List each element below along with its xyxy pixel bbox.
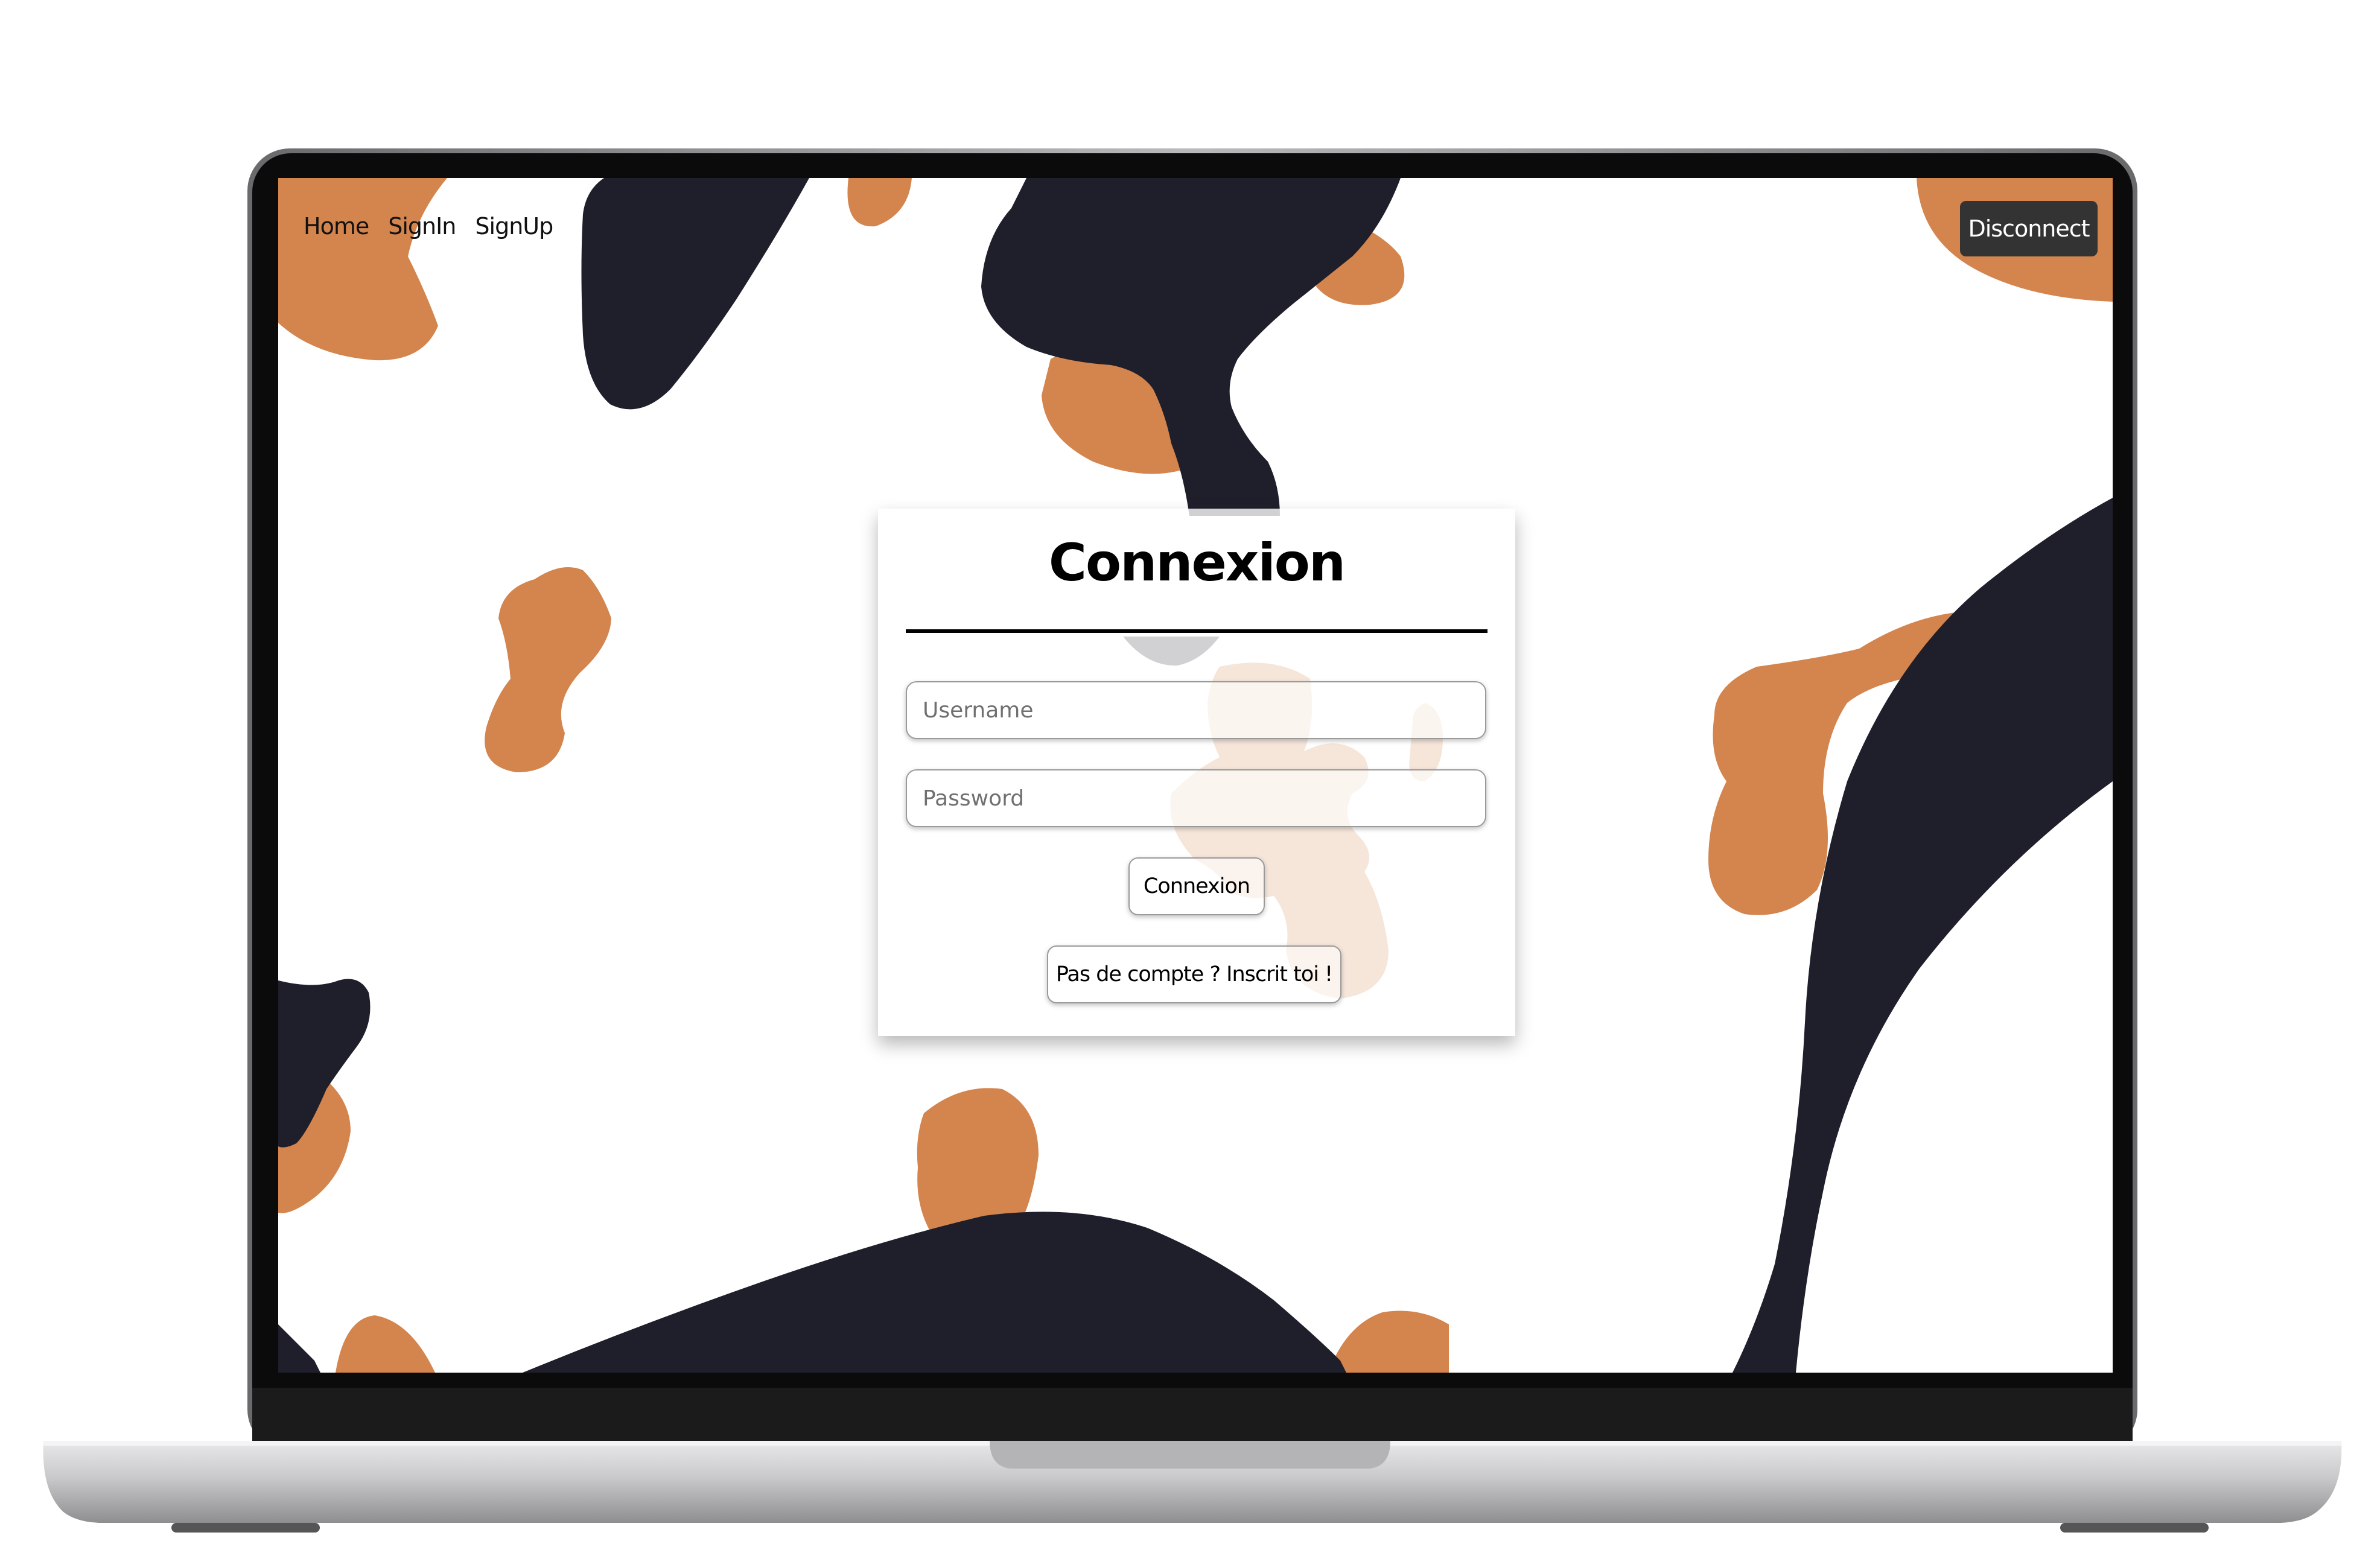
nav-link-signup[interactable]: SignUp	[475, 213, 553, 240]
browser-viewport: Home SignIn SignUp Disconnect Connexion …	[278, 178, 2113, 1373]
connexion-submit-button[interactable]: Connexion	[1128, 857, 1265, 915]
signup-prompt-button[interactable]: Pas de compte ? Inscrit toi !	[1047, 945, 1341, 1003]
login-title: Connexion	[1048, 533, 1346, 593]
password-input[interactable]	[906, 769, 1486, 827]
disconnect-button[interactable]: Disconnect	[1960, 201, 2098, 256]
nav-link-home[interactable]: Home	[304, 213, 369, 240]
title-divider	[906, 629, 1488, 633]
username-input[interactable]	[906, 681, 1486, 739]
top-nav: Home SignIn SignUp	[304, 213, 553, 240]
nav-link-signin[interactable]: SignIn	[388, 213, 456, 240]
login-card: Connexion Connexion Pas de compte ? Insc…	[878, 509, 1515, 1036]
